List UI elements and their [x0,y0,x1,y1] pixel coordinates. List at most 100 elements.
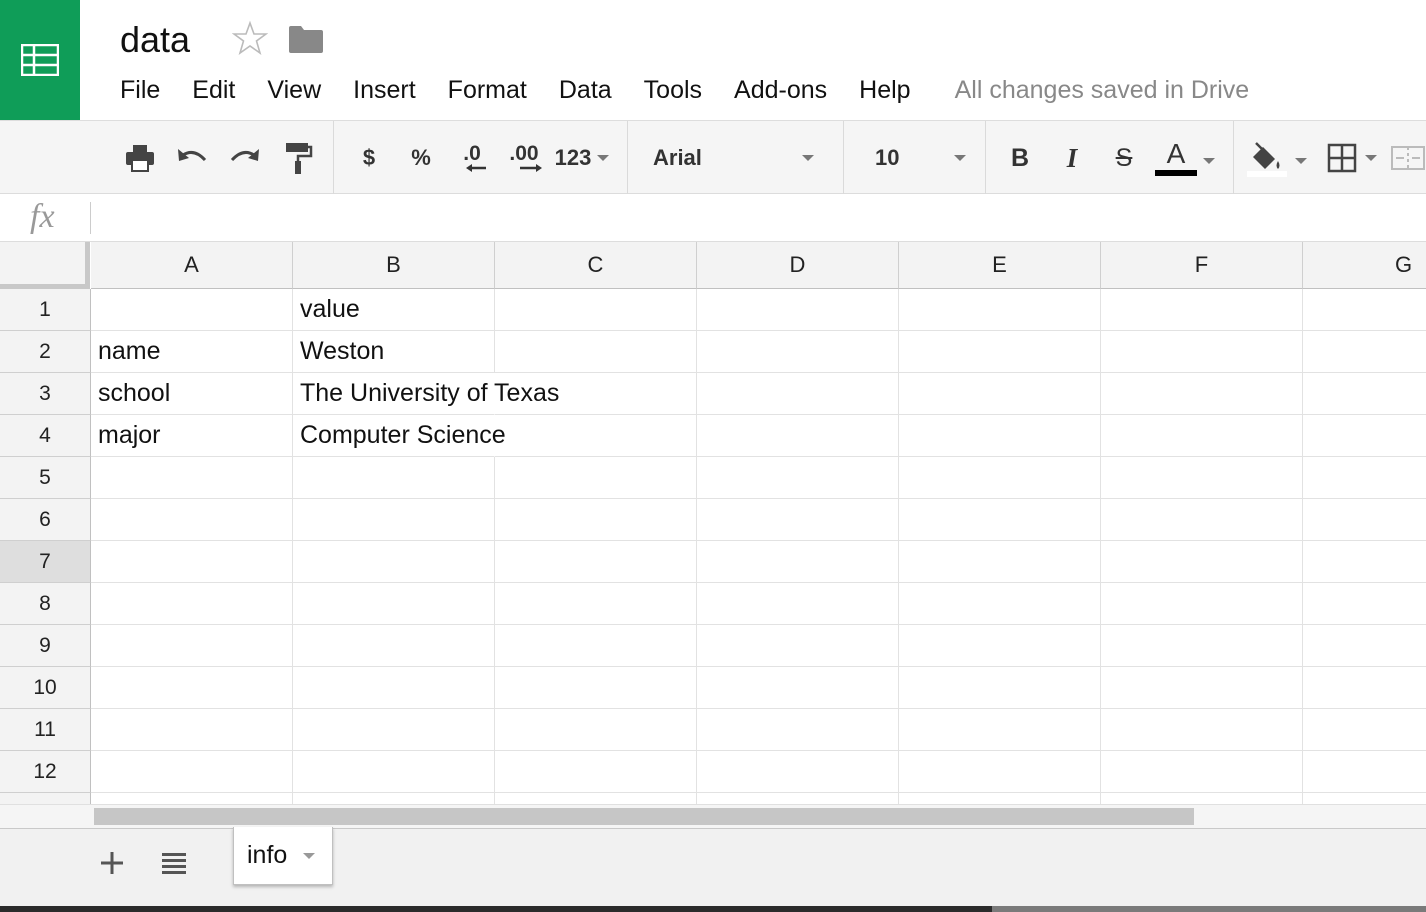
sheets-logo-icon[interactable] [0,0,80,120]
row-header-9[interactable]: 9 [0,625,91,667]
fill-color-button[interactable] [1244,121,1310,195]
more-formats-button[interactable]: 123 [552,121,612,195]
cell-d8[interactable] [697,583,899,625]
cell-c11[interactable] [495,709,697,751]
cell-f10[interactable] [1101,667,1303,709]
cell-a9[interactable] [91,625,293,667]
italic-button[interactable]: I [1056,121,1088,195]
cell-d7[interactable] [697,541,899,583]
column-header-g[interactable]: G [1303,242,1426,289]
cell-d9[interactable] [697,625,899,667]
cell-partial-row[interactable] [495,793,697,804]
cell-e4[interactable] [899,415,1101,457]
cell-c8[interactable] [495,583,697,625]
row-header-3[interactable]: 3 [0,373,91,415]
cell-d4[interactable] [697,415,899,457]
cell-g1[interactable] [1303,289,1426,331]
column-header-d[interactable]: D [697,242,899,289]
cell-f7[interactable] [1101,541,1303,583]
cell-a7[interactable] [91,541,293,583]
cell-d2[interactable] [697,331,899,373]
star-icon[interactable] [231,20,269,56]
borders-button[interactable] [1322,121,1382,195]
cell-f3[interactable] [1101,373,1303,415]
cell-e12[interactable] [899,751,1101,793]
cell-partial-row[interactable] [293,793,495,804]
cell-g6[interactable] [1303,499,1426,541]
column-header-b[interactable]: B [293,242,495,289]
cell-partial-row[interactable] [91,793,293,804]
menu-tools[interactable]: Tools [644,73,702,107]
cell-b11[interactable] [293,709,495,751]
add-sheet-icon[interactable] [98,849,126,877]
cell-g8[interactable] [1303,583,1426,625]
row-header-1[interactable]: 1 [0,289,91,331]
cell-f11[interactable] [1101,709,1303,751]
cell-g7[interactable] [1303,541,1426,583]
select-all-corner[interactable] [0,242,90,289]
cell-f2[interactable] [1101,331,1303,373]
cell-f5[interactable] [1101,457,1303,499]
cell-partial-row[interactable] [1101,793,1303,804]
cell-b6[interactable] [293,499,495,541]
cell-b10[interactable] [293,667,495,709]
cell-g3[interactable] [1303,373,1426,415]
row-header-5[interactable]: 5 [0,457,91,499]
cell-a12[interactable] [91,751,293,793]
all-sheets-list-icon[interactable] [160,849,188,877]
cell-g5[interactable] [1303,457,1426,499]
menu-view[interactable]: View [267,73,321,107]
cell-e5[interactable] [899,457,1101,499]
cell-a5[interactable] [91,457,293,499]
row-header-7[interactable]: 7 [0,541,91,583]
cell-b3[interactable]: The University of Texas [293,373,559,415]
cell-f12[interactable] [1101,751,1303,793]
column-header-e[interactable]: E [899,242,1101,289]
folder-icon[interactable] [288,24,324,54]
cell-b12[interactable] [293,751,495,793]
bold-button[interactable]: B [1004,121,1036,195]
cell-b7[interactable] [293,541,495,583]
menu-insert[interactable]: Insert [353,73,416,107]
row-header-10[interactable]: 10 [0,667,91,709]
cell-c10[interactable] [495,667,697,709]
cell-e3[interactable] [899,373,1101,415]
cell-b8[interactable] [293,583,495,625]
cell-f4[interactable] [1101,415,1303,457]
undo-icon[interactable] [172,121,212,195]
cell-c4[interactable] [495,415,697,457]
cell-e11[interactable] [899,709,1101,751]
save-status[interactable]: All changes saved in Drive [955,73,1250,107]
text-color-button[interactable]: A [1150,121,1220,195]
cell-e6[interactable] [899,499,1101,541]
cell-f1[interactable] [1101,289,1303,331]
cell-f9[interactable] [1101,625,1303,667]
cell-c2[interactable] [495,331,697,373]
cell-partial-row[interactable] [697,793,899,804]
cell-a10[interactable] [91,667,293,709]
cell-g2[interactable] [1303,331,1426,373]
menu-file[interactable]: File [120,73,160,107]
cell-partial-row[interactable] [899,793,1101,804]
cell-g11[interactable] [1303,709,1426,751]
cell-e1[interactable] [899,289,1101,331]
increase-decimal-button[interactable]: .00 [502,121,546,195]
cell-c6[interactable] [495,499,697,541]
cell-g10[interactable] [1303,667,1426,709]
menu-data[interactable]: Data [559,73,612,107]
cell-e7[interactable] [899,541,1101,583]
strikethrough-button[interactable]: S [1108,121,1140,195]
cell-d6[interactable] [697,499,899,541]
decrease-decimal-button[interactable]: .0 [452,121,492,195]
cell-g4[interactable] [1303,415,1426,457]
cell-b9[interactable] [293,625,495,667]
cell-a6[interactable] [91,499,293,541]
cell-c7[interactable] [495,541,697,583]
row-header-2[interactable]: 2 [0,331,91,373]
cell-a4[interactable]: major [91,415,293,457]
cell-a3[interactable]: school [91,373,293,415]
row-header-8[interactable]: 8 [0,583,91,625]
row-header-6[interactable]: 6 [0,499,91,541]
cell-c5[interactable] [495,457,697,499]
cell-d5[interactable] [697,457,899,499]
